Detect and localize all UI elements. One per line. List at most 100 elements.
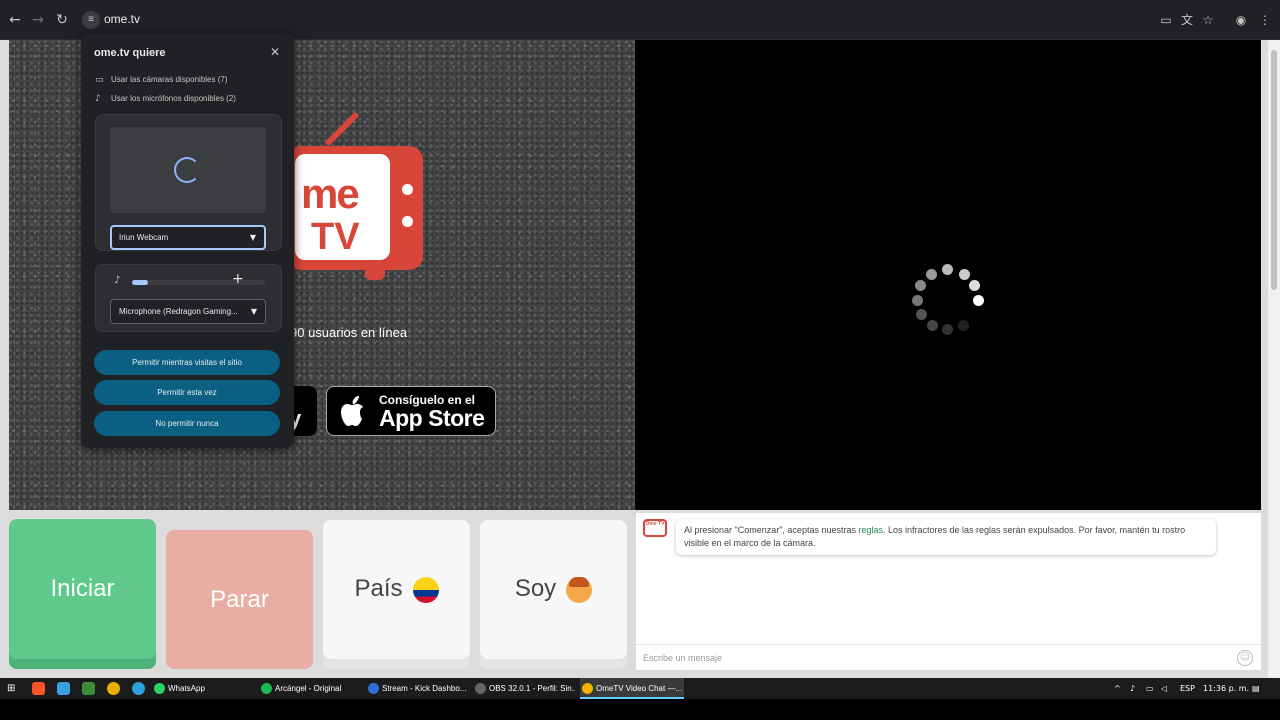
microphone-permission-label: Usar los micrófonos disponibles (2) xyxy=(111,94,236,103)
forward-icon[interactable]: → xyxy=(28,10,48,30)
obs-icon xyxy=(475,683,486,694)
country-button[interactable]: País xyxy=(323,520,470,669)
bottom-black-bar xyxy=(0,699,1280,720)
taskbar-item-kick[interactable]: Stream - Kick Dashbo... xyxy=(366,678,468,699)
logo-screen: me TV xyxy=(295,154,390,260)
taskbar-item-label: Stream - Kick Dashbo... xyxy=(382,684,467,693)
lock-app-icon[interactable] xyxy=(82,682,95,695)
taskbar-item-whatsapp[interactable]: WhatsApp xyxy=(152,678,254,699)
whatsapp-icon xyxy=(154,683,165,694)
tray-microphone-icon[interactable]: ♪ xyxy=(1130,678,1135,699)
taskbar-item-spotify[interactable]: Arcángel - Original xyxy=(259,678,361,699)
app-store-big-text: App Store xyxy=(379,405,485,431)
camera-select-value: Iriun Webcam xyxy=(119,233,169,242)
screen: ← → ↻ ≡ ome.tv ▭ 文 ☆ ◉ ⋮ me TV 90 usuari… xyxy=(0,0,1280,720)
telegram-icon[interactable] xyxy=(132,682,145,695)
mic-level-meter xyxy=(132,280,265,285)
close-icon[interactable]: ✕ xyxy=(270,45,280,59)
windows-start-icon[interactable]: ⊞ xyxy=(7,678,15,699)
microphone-select-value: Microphone (Redragon Gaming... xyxy=(119,307,238,316)
message-input[interactable]: Escribe un mensaje ☺ xyxy=(636,644,1261,670)
mic-level-fill xyxy=(132,280,148,285)
camera-permission-label: Usar las cámaras disponibles (7) xyxy=(111,75,228,84)
address-bar[interactable]: ≡ ome.tv xyxy=(78,8,1178,32)
chat-panel: Ome TV Al presionar "Comenzar", aceptas … xyxy=(636,513,1261,670)
logo-antenna xyxy=(324,111,360,147)
menu-icon[interactable]: ⋮ xyxy=(1256,10,1274,30)
camera-preview-card: Iriun Webcam ▼ xyxy=(95,114,282,251)
message-placeholder: Escribe un mensaje xyxy=(643,653,723,663)
taskbar-item-ometv[interactable]: OmeTV Video Chat —... xyxy=(580,678,684,699)
colombia-flag-icon xyxy=(412,576,439,603)
profile-icon[interactable]: ◉ xyxy=(1232,10,1250,30)
reload-icon[interactable]: ↻ xyxy=(52,10,72,30)
logo-dot xyxy=(402,216,413,227)
microphone-permission: ♪ Usar los micrófonos disponibles (2) xyxy=(95,94,236,104)
cast-icon[interactable]: ▭ xyxy=(1157,10,1175,30)
page-scrollbar[interactable] xyxy=(1268,40,1280,678)
chrome-icon[interactable] xyxy=(107,682,120,695)
dialog-title: ome.tv quiere xyxy=(94,47,166,59)
loading-spinner-icon xyxy=(908,262,988,342)
start-label: Iniciar xyxy=(50,575,115,602)
translate-icon[interactable]: 文 xyxy=(1178,10,1196,30)
rules-link[interactable]: reglas xyxy=(858,525,883,535)
microphone-icon: ♪ xyxy=(114,275,121,286)
microphone-icon: ♪ xyxy=(95,94,101,104)
logo-text-me: me xyxy=(301,170,360,217)
brave-icon[interactable] xyxy=(32,682,45,695)
taskbar-item-label: OBS 32.0.1 - Perfil: Sin... xyxy=(489,684,575,693)
clock[interactable]: 11:36 p. m. xyxy=(1203,678,1249,699)
apple-icon xyxy=(341,396,363,426)
allow-this-time-button[interactable]: Permitir esta vez xyxy=(94,380,280,405)
chevron-down-icon: ▼ xyxy=(249,233,256,242)
notifications-icon[interactable]: ▤ xyxy=(1252,678,1260,699)
camera-preview xyxy=(110,127,266,213)
microphone-select[interactable]: Microphone (Redragon Gaming... ▼ xyxy=(110,299,266,324)
volume-icon[interactable]: ◁ xyxy=(1161,678,1167,699)
chevron-down-icon: ▼ xyxy=(250,307,257,316)
network-icon[interactable]: ▭ xyxy=(1146,678,1154,699)
permission-dialog: ome.tv quiere ✕ ▭ Usar las cámaras dispon… xyxy=(81,33,294,448)
country-label: País xyxy=(354,575,403,602)
camera-permission: ▭ Usar las cámaras disponibles (7) xyxy=(95,75,228,85)
start-button[interactable]: Iniciar xyxy=(9,519,156,669)
emoji-icon[interactable]: ☺ xyxy=(1237,650,1253,666)
url-text[interactable]: ome.tv xyxy=(104,12,140,26)
logo-text-tv: TV xyxy=(311,216,360,258)
users-online-count: 90 usuarios en línea xyxy=(290,325,408,340)
scrollbar-thumb[interactable] xyxy=(1271,50,1277,290)
windows-taskbar: ⊞ WhatsApp Arcángel - Original Stream - … xyxy=(0,678,1280,699)
stop-button[interactable]: Parar xyxy=(166,530,313,669)
taskbar-item-obs[interactable]: OBS 32.0.1 - Perfil: Sin... xyxy=(473,678,575,699)
system-message: Al presionar "Comenzar", aceptas nuestra… xyxy=(676,519,1216,555)
gender-label: Soy xyxy=(514,575,557,602)
ometv-chat-logo: Ome TV xyxy=(643,519,667,537)
microphone-card: ♪ + Microphone (Redragon Gaming... ▼ xyxy=(95,264,282,332)
taskbar-item-label: Arcángel - Original xyxy=(275,684,342,693)
edge-icon xyxy=(368,683,379,694)
tray-chevron-up-icon[interactable]: ^ xyxy=(1114,678,1121,699)
app-store-badge[interactable]: Consíguelo en el App Store xyxy=(326,386,496,436)
loading-icon xyxy=(174,157,200,183)
logo-dot xyxy=(402,184,413,195)
chrome-icon xyxy=(582,683,593,694)
never-allow-button[interactable]: No permitir nunca xyxy=(94,411,280,436)
ometv-logo: me TV xyxy=(287,146,423,270)
camera-select[interactable]: Iriun Webcam ▼ xyxy=(110,225,266,250)
language-indicator[interactable]: ESP xyxy=(1180,678,1195,699)
app-icon[interactable] xyxy=(57,682,70,695)
bookmark-star-icon[interactable]: ☆ xyxy=(1199,10,1217,30)
taskbar-item-label: WhatsApp xyxy=(168,684,205,693)
boy-avatar-icon xyxy=(566,576,593,603)
spotify-icon xyxy=(261,683,272,694)
back-icon[interactable]: ← xyxy=(5,10,25,30)
mic-gain-slider-handle[interactable]: + xyxy=(232,271,244,287)
gender-button[interactable]: Soy xyxy=(480,520,627,669)
taskbar-item-label: OmeTV Video Chat —... xyxy=(596,684,683,693)
logo-foot xyxy=(365,268,385,280)
stop-label: Parar xyxy=(210,586,269,613)
site-settings-icon[interactable]: ≡ xyxy=(82,11,100,29)
camera-icon: ▭ xyxy=(95,75,104,85)
allow-while-visiting-button[interactable]: Permitir mientras visitas el sitio xyxy=(94,350,280,375)
